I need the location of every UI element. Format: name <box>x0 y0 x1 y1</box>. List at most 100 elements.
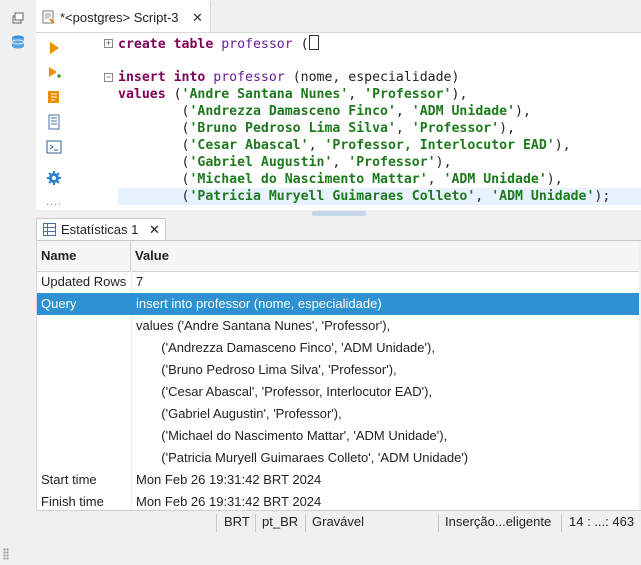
table-header: Name Value <box>37 241 639 272</box>
explain-plan-icon[interactable] <box>46 114 62 130</box>
identifier: professor <box>213 70 285 85</box>
string-literal: 'Andre Santana Nunes' <box>181 87 349 102</box>
tab-script-3[interactable]: *<postgres> Script-3 ✕ <box>36 0 211 32</box>
identifier: professor <box>221 37 293 52</box>
string-literal: 'Cesar Abascal' <box>189 138 309 153</box>
string-literal: 'Professor' <box>364 87 452 102</box>
status-bar: BRT pt_BR Gravável Inserção...eligente 1… <box>36 510 641 535</box>
code-line: ('Cesar Abascal', 'Professor, Interlocut… <box>118 137 610 154</box>
code-text: , <box>348 87 365 102</box>
code-text: ), <box>554 138 571 153</box>
grid-icon <box>43 223 56 236</box>
table-row[interactable]: Finish time Mon Feb 26 19:31:42 BRT 2024 <box>37 491 639 510</box>
folded-region-marker[interactable] <box>308 35 319 50</box>
status-cursor-position: 14 : ...: 463 <box>569 514 635 529</box>
code-text: ( <box>118 104 190 119</box>
row-value: ('Gabriel Augustin', 'Professor'), <box>136 406 342 421</box>
column-header-value[interactable]: Value <box>131 241 639 271</box>
code-line: values ('Andre Santana Nunes', 'Professo… <box>118 86 610 103</box>
row-name: Finish time <box>41 494 104 509</box>
code-line: ('Michael do Nascimento Mattar', 'ADM Un… <box>118 171 610 188</box>
row-value: Mon Feb 26 19:31:42 BRT 2024 <box>136 472 322 487</box>
keyword: create table <box>118 37 214 52</box>
code-line: insert into professor (nome, especialida… <box>118 69 610 86</box>
code-text: ( <box>165 87 182 102</box>
sql-editor[interactable]: .... + − create table professor ( insert… <box>36 32 641 211</box>
fold-expand-icon[interactable]: + <box>104 39 113 48</box>
terminal-icon[interactable] <box>46 139 62 155</box>
status-separator <box>561 514 562 532</box>
table-row[interactable]: ('Andrezza Damasceno Finco', 'ADM Unidad… <box>37 337 639 359</box>
keyword: insert into <box>118 70 206 85</box>
gear-icon[interactable] <box>46 170 62 186</box>
code-text: (nome, especialidade) <box>284 70 460 85</box>
code-text: ( <box>118 172 190 187</box>
status-insert-mode[interactable]: Inserção...eligente <box>445 514 551 529</box>
status-mode: Gravável <box>312 514 365 529</box>
fold-collapse-icon[interactable]: − <box>104 73 113 82</box>
code-text: ), <box>451 87 468 102</box>
row-value: ('Patricia Muryell Guimaraes Colleto', '… <box>136 450 469 465</box>
code-text: , <box>427 172 444 187</box>
code-text: , <box>308 138 325 153</box>
execute-statement-icon[interactable] <box>46 40 62 56</box>
execute-in-new-tab-icon[interactable] <box>46 65 62 81</box>
row-value: ('Andrezza Damasceno Finco', 'ADM Unidad… <box>136 340 435 355</box>
row-value: ('Cesar Abascal', 'Professor, Interlocut… <box>136 384 433 399</box>
string-literal: 'Patricia Muryell Guimaraes Colleto' <box>189 189 476 204</box>
table-row[interactable]: values ('Andre Santana Nunes', 'Professo… <box>37 315 639 337</box>
code-text: ( <box>118 121 190 136</box>
editor-toolbar: .... <box>36 33 100 211</box>
statistics-table: Name Value Updated Rows 7 Query insert int… <box>36 241 639 510</box>
string-literal: 'ADM Unidade' <box>443 172 547 187</box>
table-row[interactable]: ('Michael do Nascimento Mattar', 'ADM Un… <box>37 425 639 447</box>
close-tab-icon[interactable]: ✕ <box>192 10 203 26</box>
code-line: ('Gabriel Augustin', 'Professor'), <box>118 154 610 171</box>
status-separator <box>438 514 439 532</box>
code-line: ('Bruno Pedroso Lima Silva', 'Professor'… <box>118 120 610 137</box>
row-name: Updated Rows <box>41 274 127 289</box>
sql-script-icon <box>42 10 55 24</box>
code-lines: create table professor ( insert into pro… <box>118 35 610 205</box>
status-timezone: BRT <box>224 514 250 529</box>
splitter-handle[interactable] <box>312 211 366 216</box>
code-text: ( <box>118 155 190 170</box>
code-text: , <box>332 155 349 170</box>
status-separator <box>255 514 256 532</box>
restore-icon[interactable] <box>10 10 26 26</box>
table-row[interactable]: ('Patricia Muryell Guimaraes Colleto', '… <box>37 447 639 469</box>
code-text: ( <box>292 37 309 52</box>
database-navigator-icon[interactable] <box>10 34 26 50</box>
string-literal: 'Gabriel Augustin' <box>189 155 333 170</box>
close-results-tab-icon[interactable]: ✕ <box>149 222 160 238</box>
code-text: ( <box>118 189 190 204</box>
more-tools-icon[interactable]: .... <box>46 196 62 208</box>
execute-script-icon[interactable] <box>46 89 62 105</box>
string-literal: 'Professor' <box>411 121 500 136</box>
panel-splitter[interactable] <box>36 210 641 218</box>
code-text: ), <box>515 104 531 119</box>
tab-statistics[interactable]: Estatísticas 1 ✕ <box>36 218 166 240</box>
table-row[interactable]: ('Cesar Abascal', 'Professor, Interlocut… <box>37 381 639 403</box>
status-separator <box>305 514 306 532</box>
code-text: , <box>395 104 412 119</box>
column-header-name[interactable]: Name <box>37 241 131 271</box>
code-text: ), <box>499 121 516 136</box>
row-name: Query <box>41 296 77 311</box>
row-value: 7 <box>136 274 144 289</box>
table-row[interactable]: Start time Mon Feb 26 19:31:42 BRT 2024 <box>37 469 639 491</box>
resize-grip-icon[interactable] <box>3 548 9 560</box>
table-row[interactable]: ('Bruno Pedroso Lima Silva', 'Professor'… <box>37 359 639 381</box>
results-tabbar: Estatísticas 1 ✕ <box>36 218 641 241</box>
table-row[interactable]: ('Gabriel Augustin', 'Professor'), <box>37 403 639 425</box>
row-value: values ('Andre Santana Nunes', 'Professo… <box>136 318 391 333</box>
results-tab-title: Estatísticas 1 <box>61 222 139 237</box>
row-value: ('Michael do Nascimento Mattar', 'ADM Un… <box>136 428 448 443</box>
table-row-selected[interactable]: Query insert into professor (nome, especi… <box>37 293 639 315</box>
code-text: , <box>475 189 492 204</box>
status-locale: pt_BR <box>262 514 299 529</box>
string-literal: 'Andrezza Damasceno Finco' <box>189 104 396 119</box>
table-row[interactable]: Updated Rows 7 <box>37 271 639 293</box>
code-text: ( <box>118 138 190 153</box>
